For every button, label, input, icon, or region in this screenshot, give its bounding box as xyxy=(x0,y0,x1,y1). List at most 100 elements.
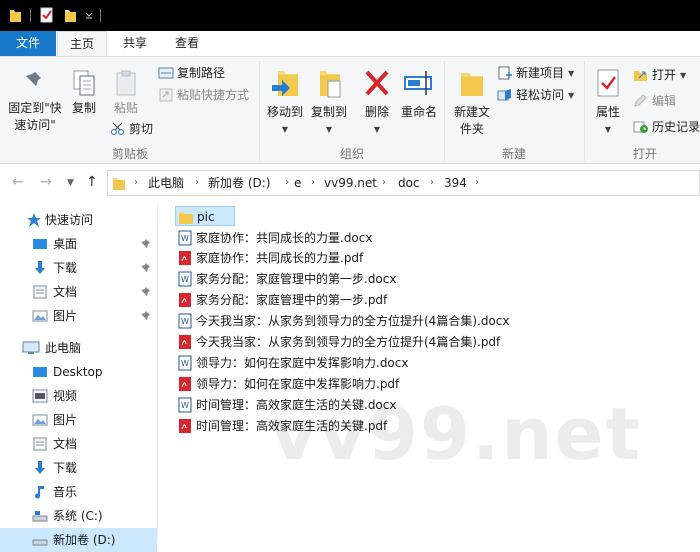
ribbon-tabs: 文件 主页 共享 查看 xyxy=(0,31,700,57)
nav-item-videos[interactable]: 视频 xyxy=(0,384,157,408)
delete-button[interactable]: 删除 ▼ xyxy=(360,67,394,138)
breadcrumb-separator-icon[interactable]: › xyxy=(134,171,138,195)
ribbon: 固定到"快速访问" 复制 粘贴 复制路径 粘贴快捷方式 剪切 剪贴板 移动到 ▼… xyxy=(0,56,700,164)
pin-quick-access-button[interactable]: 固定到"快速访问" xyxy=(4,69,66,134)
breadcrumb-item[interactable]: doc xyxy=(398,171,420,195)
history-button[interactable]: 历史记录 xyxy=(633,117,700,137)
pin-icon xyxy=(26,72,41,86)
properties-dropdown-icon: ▼ xyxy=(604,125,612,134)
new-folder-icon[interactable] xyxy=(64,7,77,23)
move-to-dropdown-icon: ▼ xyxy=(281,125,289,134)
star-icon xyxy=(27,213,41,227)
pin-icon[interactable] xyxy=(141,262,151,274)
easy-access-dropdown-icon: ▼ xyxy=(568,90,575,100)
nav-quick-access[interactable]: 快速访问 xyxy=(0,208,157,232)
rename-button[interactable]: 重命名 xyxy=(398,67,440,121)
breadcrumb-item[interactable]: 此电脑 xyxy=(148,171,184,195)
navigation-pane: 快速访问 桌面 下载 文档 图片 此电脑 Desktop 视频 图片 文档 下载… xyxy=(0,202,157,552)
nav-item-documents-pc[interactable]: 文档 xyxy=(0,432,157,456)
open-button[interactable]: 打开 ▼ xyxy=(633,65,686,85)
folder-icon xyxy=(113,178,125,190)
nav-item-pictures-pc[interactable]: 图片 xyxy=(0,408,157,432)
easy-access-button[interactable]: 轻松访问 ▼ xyxy=(497,85,574,105)
cut-button[interactable]: 剪切 xyxy=(110,119,153,139)
organize-group-label: 组织 xyxy=(339,147,364,161)
svg-text:W: W xyxy=(181,317,189,326)
pin-icon[interactable] xyxy=(141,310,151,322)
download-arrow-icon xyxy=(35,261,45,274)
edit-button[interactable]: 编辑 xyxy=(633,91,676,111)
new-item-dropdown-icon: ▼ xyxy=(568,68,575,78)
pictures-icon xyxy=(32,414,48,426)
documents-icon xyxy=(33,285,47,299)
paste-shortcut-button[interactable]: 粘贴快捷方式 xyxy=(158,85,249,105)
new-group-label: 新建 xyxy=(501,147,526,161)
breadcrumb-separator-icon[interactable]: › xyxy=(285,171,289,195)
forward-arrow-icon[interactable]: → xyxy=(40,174,52,190)
copy-to-dropdown-icon: ▼ xyxy=(325,125,333,134)
breadcrumb-separator-icon[interactable]: › xyxy=(475,171,479,195)
move-to-button[interactable]: 移动到 ▼ xyxy=(264,67,306,138)
svg-text:W: W xyxy=(181,275,189,284)
new-folder-button[interactable]: 新建文件夹 xyxy=(450,67,494,138)
copy-path-icon xyxy=(158,67,174,79)
nav-this-pc[interactable]: 此电脑 xyxy=(0,336,157,360)
address-bar[interactable]: › 此电脑 › 新加卷 (D:) › e › vv99.net › doc › … xyxy=(107,170,700,196)
copy-path-button[interactable]: 复制路径 xyxy=(158,63,225,83)
customize-toolbar-chevron-icon[interactable] xyxy=(84,7,94,23)
up-arrow-icon[interactable]: ↑ xyxy=(86,174,98,190)
nav-item-drive-c[interactable]: 系统 (C:) xyxy=(0,504,157,528)
back-arrow-icon[interactable]: ← xyxy=(12,174,24,190)
address-row: ← → ▼ ↑ › 此电脑 › 新加卷 (D:) › e › vv99.net … xyxy=(0,164,700,202)
nav-item-drive-d[interactable]: 新加卷 (D:) xyxy=(0,528,157,552)
breadcrumb-separator-icon[interactable]: › xyxy=(311,171,315,195)
tab-home[interactable]: 主页 xyxy=(57,31,107,57)
nav-item-downloads-pc[interactable]: 下载 xyxy=(0,456,157,480)
clipboard-group-label: 剪贴板 xyxy=(111,147,148,161)
breadcrumb-separator-icon[interactable]: › xyxy=(430,171,434,195)
tab-view[interactable]: 查看 xyxy=(162,31,212,56)
nav-item-desktop-pc[interactable]: Desktop xyxy=(0,360,157,384)
pin-icon[interactable] xyxy=(141,238,151,250)
copy-to-button[interactable]: 复制到 ▼ xyxy=(308,67,350,138)
nav-item-desktop[interactable]: 桌面 xyxy=(0,232,157,256)
svg-text:W: W xyxy=(181,234,189,243)
paste-shortcut-icon xyxy=(159,88,173,102)
easy-access-icon xyxy=(497,89,511,101)
folder-icon xyxy=(10,10,21,22)
new-item-button[interactable]: 新建项目 ▼ xyxy=(497,63,574,83)
computer-icon xyxy=(22,341,40,354)
pin-icon[interactable] xyxy=(141,286,151,298)
nav-item-pictures[interactable]: 图片 xyxy=(0,304,157,328)
breadcrumb-item[interactable]: vv99.net xyxy=(324,171,377,195)
copy-button[interactable]: 复制 xyxy=(68,69,100,117)
svg-text:W: W xyxy=(181,401,189,410)
breadcrumb-separator-icon[interactable]: › xyxy=(382,171,386,195)
open-group-label: 打开 xyxy=(632,147,657,161)
title-bar xyxy=(0,0,700,31)
tab-share[interactable]: 共享 xyxy=(110,31,160,56)
drive-icon xyxy=(32,539,48,546)
download-arrow-icon xyxy=(35,461,45,474)
word-document-icon: W xyxy=(178,271,192,287)
file-list: vv99.net pic W 家庭协作：共同成长的力量.docx 家庭协作：共同… xyxy=(158,202,700,540)
breadcrumb-item[interactable]: e xyxy=(294,171,301,195)
word-document-icon: W xyxy=(178,313,192,329)
nav-item-downloads[interactable]: 下载 xyxy=(0,256,157,280)
move-to-icon xyxy=(272,71,298,96)
properties-check-icon[interactable] xyxy=(40,7,53,23)
videos-icon xyxy=(32,389,48,403)
paste-button[interactable]: 粘贴 xyxy=(108,69,144,117)
open-dropdown-icon: ▼ xyxy=(680,70,687,80)
recent-locations-chevron-icon[interactable]: ▼ xyxy=(67,178,74,188)
breadcrumb-separator-icon[interactable]: › xyxy=(195,171,199,195)
tab-file[interactable]: 文件 xyxy=(0,31,56,56)
breadcrumb-item[interactable]: 新加卷 (D:) xyxy=(208,171,270,195)
breadcrumb-item[interactable]: 394 xyxy=(444,171,467,195)
file-row-folder[interactable]: pic xyxy=(175,206,235,226)
copy-icon xyxy=(73,70,95,96)
folder-icon xyxy=(179,212,193,224)
properties-button[interactable]: 属性 ▼ xyxy=(590,67,626,138)
nav-item-music[interactable]: 音乐 xyxy=(0,480,157,504)
nav-item-documents[interactable]: 文档 xyxy=(0,280,157,304)
